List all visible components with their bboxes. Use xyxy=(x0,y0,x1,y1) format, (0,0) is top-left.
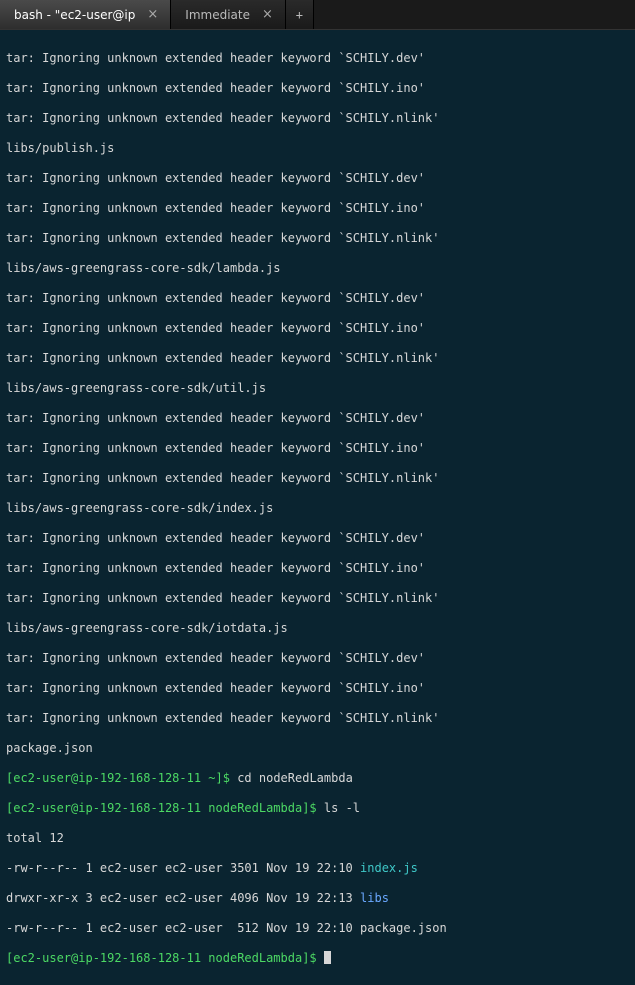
ls-meta: drwxr-xr-x 3 ec2-user ec2-user 4096 Nov … xyxy=(6,891,360,905)
prompt-command xyxy=(317,951,324,965)
output-line: libs/aws-greengrass-core-sdk/lambda.js xyxy=(6,261,631,276)
output-line: tar: Ignoring unknown extended header ke… xyxy=(6,651,631,666)
output-line: -rw-r--r-- 1 ec2-user ec2-user 3501 Nov … xyxy=(6,861,631,876)
output-line: tar: Ignoring unknown extended header ke… xyxy=(6,321,631,336)
tab-label: bash - "ec2-user@ip xyxy=(14,8,135,22)
output-line: package.json xyxy=(6,741,631,756)
tab-bash[interactable]: bash - "ec2-user@ip × xyxy=(0,0,171,29)
output-line: total 12 xyxy=(6,831,631,846)
output-line: libs/aws-greengrass-core-sdk/util.js xyxy=(6,381,631,396)
output-line: tar: Ignoring unknown extended header ke… xyxy=(6,81,631,96)
terminal-output[interactable]: tar: Ignoring unknown extended header ke… xyxy=(0,30,635,985)
new-tab-button[interactable]: + xyxy=(286,0,314,29)
close-icon[interactable]: × xyxy=(260,7,275,22)
output-line: tar: Ignoring unknown extended header ke… xyxy=(6,351,631,366)
output-line: tar: Ignoring unknown extended header ke… xyxy=(6,291,631,306)
prompt-line: [ec2-user@ip-192-168-128-11 nodeRedLambd… xyxy=(6,801,631,816)
output-line: libs/aws-greengrass-core-sdk/index.js xyxy=(6,501,631,516)
output-line: tar: Ignoring unknown extended header ke… xyxy=(6,591,631,606)
output-line: tar: Ignoring unknown extended header ke… xyxy=(6,51,631,66)
output-line: tar: Ignoring unknown extended header ke… xyxy=(6,531,631,546)
output-line: tar: Ignoring unknown extended header ke… xyxy=(6,561,631,576)
close-icon[interactable]: × xyxy=(145,7,160,22)
output-line: tar: Ignoring unknown extended header ke… xyxy=(6,201,631,216)
ls-dirname: libs xyxy=(360,891,389,905)
output-line: libs/publish.js xyxy=(6,141,631,156)
ls-meta: -rw-r--r-- 1 ec2-user ec2-user 3501 Nov … xyxy=(6,861,360,875)
prompt-command: ls -l xyxy=(317,801,360,815)
tab-bar: bash - "ec2-user@ip × Immediate × + xyxy=(0,0,635,30)
plus-icon: + xyxy=(296,8,303,22)
output-line: tar: Ignoring unknown extended header ke… xyxy=(6,681,631,696)
prompt-userhost: [ec2-user@ip-192-168-128-11 nodeRedLambd… xyxy=(6,951,317,965)
prompt-line: [ec2-user@ip-192-168-128-11 nodeRedLambd… xyxy=(6,951,631,966)
prompt-userhost: [ec2-user@ip-192-168-128-11 ~]$ xyxy=(6,771,230,785)
output-line: tar: Ignoring unknown extended header ke… xyxy=(6,171,631,186)
output-line: tar: Ignoring unknown extended header ke… xyxy=(6,711,631,726)
tab-immediate[interactable]: Immediate × xyxy=(171,0,286,29)
prompt-userhost: [ec2-user@ip-192-168-128-11 nodeRedLambd… xyxy=(6,801,317,815)
ls-filename: package.json xyxy=(360,921,447,935)
prompt-command: cd nodeRedLambda xyxy=(230,771,353,785)
ls-filename: index.js xyxy=(360,861,418,875)
output-line: libs/aws-greengrass-core-sdk/iotdata.js xyxy=(6,621,631,636)
output-line: tar: Ignoring unknown extended header ke… xyxy=(6,111,631,126)
tab-label: Immediate xyxy=(185,8,250,22)
cursor xyxy=(324,951,331,964)
output-line: drwxr-xr-x 3 ec2-user ec2-user 4096 Nov … xyxy=(6,891,631,906)
prompt-line: [ec2-user@ip-192-168-128-11 ~]$ cd nodeR… xyxy=(6,771,631,786)
output-line: tar: Ignoring unknown extended header ke… xyxy=(6,471,631,486)
output-line: -rw-r--r-- 1 ec2-user ec2-user 512 Nov 1… xyxy=(6,921,631,936)
output-line: tar: Ignoring unknown extended header ke… xyxy=(6,441,631,456)
output-line: tar: Ignoring unknown extended header ke… xyxy=(6,231,631,246)
ls-meta: -rw-r--r-- 1 ec2-user ec2-user 512 Nov 1… xyxy=(6,921,360,935)
output-line: tar: Ignoring unknown extended header ke… xyxy=(6,411,631,426)
